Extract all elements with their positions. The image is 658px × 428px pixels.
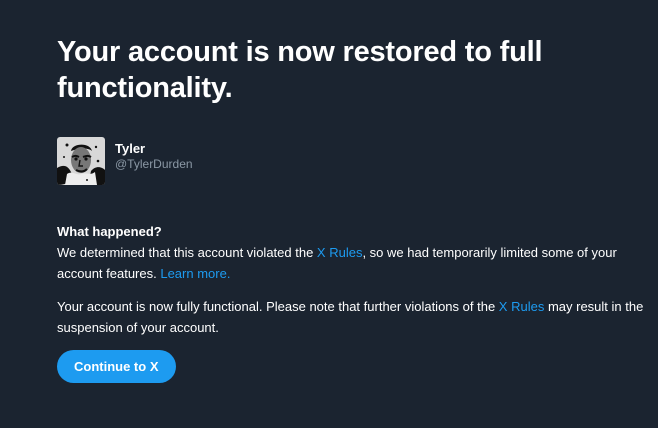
account-profile: Tyler @TylerDurden xyxy=(57,137,193,185)
avatar xyxy=(57,137,105,185)
what-happened-heading: What happened? xyxy=(57,224,162,239)
x-rules-link[interactable]: X Rules xyxy=(317,245,363,260)
functional-notice-text-start: Your account is now fully functional. Pl… xyxy=(57,299,499,314)
what-happened-text-start: We determined that this account violated… xyxy=(57,245,317,260)
page-title: Your account is now restored to full fun… xyxy=(57,36,543,104)
x-rules-link-secondary[interactable]: X Rules xyxy=(499,299,545,314)
continue-to-x-button[interactable]: Continue to X xyxy=(57,350,176,383)
learn-more-link[interactable]: Learn more. xyxy=(160,266,230,281)
what-happened-section: What happened? We determined that this a… xyxy=(57,221,647,284)
account-handle: @TylerDurden xyxy=(115,157,193,171)
user-avatar-icon xyxy=(57,137,105,185)
display-name: Tyler xyxy=(115,141,146,156)
functional-notice-section: Your account is now fully functional. Pl… xyxy=(57,296,647,338)
account-names: Tyler @TylerDurden xyxy=(115,137,193,172)
restored-account-page: Your account is now restored to full fun… xyxy=(57,34,647,383)
